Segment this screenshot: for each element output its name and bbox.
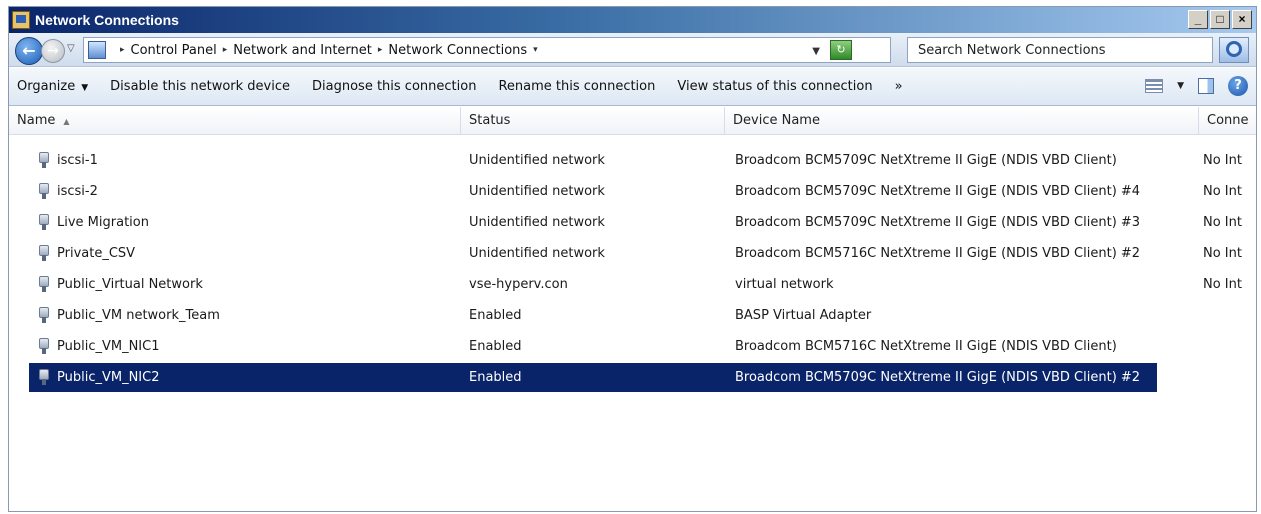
network-connections-window: Network Connections _ □ × ← → ▽ ▸ Contro…	[8, 6, 1257, 512]
sort-ascending-icon: ▲	[63, 117, 70, 126]
connection-connectivity: No Int	[1203, 184, 1242, 199]
connection-status: Unidentified network	[469, 184, 605, 199]
refresh-icon[interactable]: ↻	[830, 40, 852, 60]
back-button[interactable]: ←	[15, 37, 43, 65]
recent-pages-dropdown[interactable]: ▽	[67, 43, 75, 54]
connection-row[interactable]: Public_VM_NIC1 Enabled Broadcom BCM5716C N…	[9, 331, 1256, 362]
connection-row[interactable]: Private_CSV Unidentified network Broadcom …	[9, 238, 1256, 269]
connection-status: Enabled	[469, 339, 522, 354]
column-name-label: Name	[17, 113, 56, 128]
connection-status: Unidentified network	[469, 246, 605, 261]
view-options-chevron-icon[interactable]: ▼	[1177, 81, 1184, 91]
network-adapter-icon	[39, 183, 49, 199]
network-folder-icon	[12, 11, 30, 29]
connection-row[interactable]: Public_Virtual Network vse-hyperv.con virt…	[9, 269, 1256, 300]
connection-row[interactable]: iscsi-1 Unidentified network Broadcom BCM5…	[9, 145, 1256, 176]
preview-pane-icon[interactable]	[1198, 78, 1214, 94]
connection-row[interactable]: iscsi-2 Unidentified network Broadcom BCM5…	[9, 176, 1256, 207]
breadcrumb-control-panel[interactable]: Control Panel	[131, 43, 217, 58]
address-dropdown-icon[interactable]: ▼	[812, 46, 820, 57]
connection-device: Broadcom BCM5716C NetXtreme II GigE (NDI…	[735, 339, 1117, 354]
connection-device: virtual network	[735, 277, 834, 292]
connection-connectivity	[1203, 331, 1258, 362]
title-bar[interactable]: Network Connections _ □ ×	[9, 7, 1256, 33]
connection-connectivity: No Int	[1203, 153, 1242, 168]
network-adapter-icon	[39, 369, 49, 385]
connection-row[interactable]: Public_VM_NIC2 Enabled Broadcom BCM5709C N…	[9, 362, 1256, 393]
connection-status: Enabled	[469, 308, 522, 323]
address-field[interactable]: ▸ Control Panel ▸ Network and Internet ▸…	[83, 37, 891, 63]
connection-status: Unidentified network	[469, 153, 605, 168]
network-adapter-icon	[39, 307, 49, 323]
breadcrumb-network-and-internet[interactable]: Network and Internet	[233, 43, 372, 58]
organize-menu[interactable]: Organize ▼	[17, 79, 88, 94]
connection-device: Broadcom BCM5716C NetXtreme II GigE (NDI…	[735, 246, 1141, 261]
control-panel-icon	[88, 41, 106, 59]
connection-name: Live Migration	[57, 215, 149, 230]
breadcrumb-separator-icon[interactable]: ▸	[120, 45, 125, 55]
address-bar: ← → ▽ ▸ Control Panel ▸ Network and Inte…	[9, 33, 1256, 67]
command-bar: Organize ▼ Disable this network device Di…	[9, 68, 1256, 106]
breadcrumb-separator-icon[interactable]: ▸	[223, 45, 228, 55]
connection-name: Public_VM_NIC2	[57, 370, 160, 385]
forward-button[interactable]: →	[41, 39, 65, 63]
connection-name: iscsi-2	[57, 184, 98, 199]
connection-device: BASP Virtual Adapter	[735, 308, 872, 323]
column-header-status[interactable]: Status	[461, 107, 725, 135]
network-adapter-icon	[39, 152, 49, 168]
change-view-icon[interactable]	[1145, 79, 1164, 93]
connection-status: Enabled	[469, 370, 522, 385]
minimize-button[interactable]: _	[1188, 10, 1208, 29]
breadcrumb-separator-icon[interactable]: ▸	[378, 45, 383, 55]
column-header-connectivity[interactable]: Conne	[1199, 107, 1258, 135]
connection-connectivity: No Int	[1203, 246, 1242, 261]
window-title: Network Connections	[35, 12, 179, 28]
network-adapter-icon	[39, 338, 49, 354]
breadcrumb-separator-icon[interactable]: ▾	[533, 45, 538, 55]
connection-device: Broadcom BCM5709C NetXtreme II GigE (NDI…	[735, 370, 1141, 385]
connection-connectivity	[1203, 300, 1258, 331]
connection-status: vse-hyperv.con	[469, 277, 568, 292]
more-commands-button[interactable]: »	[895, 79, 903, 94]
search-button[interactable]	[1219, 37, 1249, 63]
network-adapter-icon	[39, 214, 49, 230]
connection-name: iscsi-1	[57, 153, 98, 168]
column-headers: Name ▲ Status Device Name Conne	[9, 107, 1256, 135]
connection-connectivity: No Int	[1203, 215, 1242, 230]
view-status-button[interactable]: View status of this connection	[677, 79, 872, 94]
window-controls: _ □ ×	[1188, 10, 1252, 29]
connection-list: iscsi-1 Unidentified network Broadcom BCM5…	[9, 145, 1256, 393]
connection-device: Broadcom BCM5709C NetXtreme II GigE (NDI…	[735, 215, 1141, 230]
chevron-down-icon: ▼	[81, 83, 89, 93]
search-input[interactable]: Search Network Connections	[907, 37, 1213, 63]
diagnose-connection-button[interactable]: Diagnose this connection	[312, 79, 476, 94]
column-header-name[interactable]: Name ▲	[9, 107, 461, 135]
column-header-device[interactable]: Device Name	[725, 107, 1199, 135]
connection-device: Broadcom BCM5709C NetXtreme II GigE (NDI…	[735, 184, 1141, 199]
close-button[interactable]: ×	[1232, 10, 1252, 29]
connection-name: Public_Virtual Network	[57, 277, 203, 292]
connection-connectivity	[1203, 362, 1258, 393]
connection-status: Unidentified network	[469, 215, 605, 230]
help-icon[interactable]: ?	[1228, 76, 1248, 96]
connection-connectivity: No Int	[1203, 277, 1242, 292]
organize-label: Organize	[17, 79, 76, 94]
connection-device: Broadcom BCM5709C NetXtreme II GigE (NDI…	[735, 153, 1117, 168]
breadcrumb-network-connections[interactable]: Network Connections	[388, 43, 527, 58]
network-adapter-icon	[39, 245, 49, 261]
disable-device-button[interactable]: Disable this network device	[110, 79, 290, 94]
rename-connection-button[interactable]: Rename this connection	[498, 79, 655, 94]
connection-row[interactable]: Live Migration Unidentified network Broadc…	[9, 207, 1256, 238]
connection-name: Private_CSV	[57, 246, 136, 261]
maximize-button[interactable]: □	[1210, 10, 1230, 29]
network-adapter-icon	[39, 276, 49, 292]
connection-name: Public_VM_NIC1	[57, 339, 160, 354]
connection-row[interactable]: Public_VM network_Team Enabled BASP Virtua…	[9, 300, 1256, 331]
search-icon	[1226, 41, 1242, 57]
connection-name: Public_VM network_Team	[57, 308, 220, 323]
view-controls: ▼ ?	[1145, 76, 1248, 96]
